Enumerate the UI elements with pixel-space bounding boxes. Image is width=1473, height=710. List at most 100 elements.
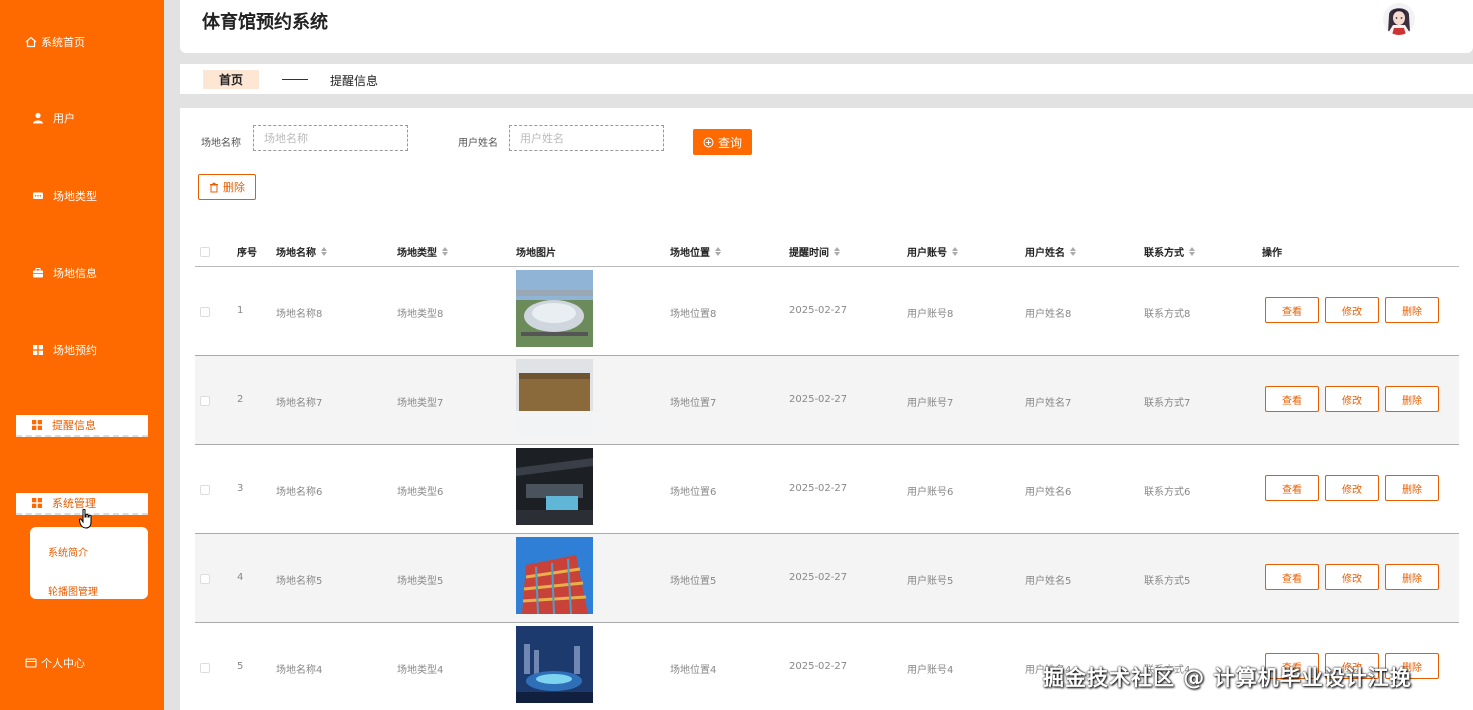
sidebar-item-label: 场地类型 [53, 190, 97, 203]
cell-contact: 联系方式8 [1144, 309, 1191, 320]
cell-user-name: 用户姓名5 [1025, 576, 1072, 587]
cell-no: 2 [237, 394, 244, 405]
edit-button[interactable]: 修改 [1325, 297, 1379, 323]
cell-contact: 联系方式6 [1144, 487, 1191, 498]
column-header-reminder-time[interactable]: 提醒时间 [789, 244, 840, 259]
venue-image [516, 448, 593, 525]
home-icon [24, 35, 38, 49]
view-button[interactable]: 查看 [1265, 475, 1319, 501]
row-checkbox[interactable] [200, 485, 210, 495]
cell-venue-location: 场地位置4 [670, 665, 717, 676]
sort-icon [834, 247, 840, 256]
trash-icon [210, 182, 218, 192]
edit-button[interactable]: 修改 [1325, 475, 1379, 501]
sidebar-item-label: 提醒信息 [52, 419, 96, 432]
sidebar-item-label: 用户 [53, 112, 75, 125]
batch-delete-button[interactable]: 删除 [198, 174, 256, 200]
cell-no: 3 [237, 483, 244, 494]
column-header-venue-image: 场地图片 [516, 248, 556, 259]
view-button[interactable]: 查看 [1265, 386, 1319, 412]
column-header-user-name[interactable]: 用户姓名 [1025, 244, 1076, 259]
column-header-user-account[interactable]: 用户账号 [907, 244, 958, 259]
delete-button[interactable]: 删除 [1385, 475, 1439, 501]
view-button[interactable]: 查看 [1265, 297, 1319, 323]
cell-contact: 联系方式5 [1144, 576, 1191, 587]
table-row: 4 场地名称5 场地类型5 场地位置5 2025-02-27 用户账号5 用户姓… [195, 534, 1459, 623]
sidebar-item-label: 系统首页 [41, 36, 85, 49]
breadcrumb-current: 提醒信息 [330, 74, 379, 88]
hand-cursor-icon [79, 509, 92, 529]
sidebar-item-label: 场地预约 [53, 344, 97, 357]
edit-button[interactable]: 修改 [1325, 386, 1379, 412]
edit-button[interactable]: 修改 [1325, 564, 1379, 590]
cell-no: 1 [237, 305, 244, 316]
cell-user-account: 用户账号4 [907, 665, 954, 676]
grid-icon [31, 343, 45, 357]
cell-venue-location: 场地位置8 [670, 309, 717, 320]
select-all-checkbox[interactable] [200, 247, 210, 257]
query-button[interactable]: 查询 [693, 129, 752, 155]
venue-name-input[interactable] [253, 125, 408, 151]
user-icon [31, 111, 45, 125]
sidebar-item-profile[interactable]: 个人中心 [0, 651, 164, 675]
cell-venue-name: 场地名称4 [276, 665, 323, 676]
sidebar: 系统首页 用户 场地类型 场地信息 场地预约 提醒信息 系统管理 系统简介 轮播… [0, 0, 164, 710]
main-panel: 场地名称 用户姓名 查询 删除 序号 场地名称 场地类型 场地图片 场地位置 提… [180, 108, 1473, 710]
cell-user-account: 用户账号5 [907, 576, 954, 587]
cell-venue-name: 场地名称8 [276, 309, 323, 320]
cell-user-account: 用户账号8 [907, 309, 954, 320]
breadcrumb-home[interactable]: 首页 [203, 70, 259, 89]
user-name-input[interactable] [509, 125, 664, 151]
cell-venue-type: 场地类型5 [397, 576, 444, 587]
briefcase-icon [31, 266, 45, 280]
submenu-item-intro[interactable]: 系统简介 [48, 544, 88, 559]
sidebar-item-venue-info[interactable]: 场地信息 [0, 261, 164, 285]
cell-reminder-time: 2025-02-27 [789, 394, 848, 405]
cell-venue-name: 场地名称7 [276, 398, 323, 409]
system-submenu: 系统简介 轮播图管理 [30, 527, 148, 599]
breadcrumb: 首页 提醒信息 [180, 64, 1473, 94]
venue-image [516, 537, 593, 614]
cell-reminder-time: 2025-02-27 [789, 661, 848, 672]
sort-icon [952, 247, 958, 256]
column-header-venue-location[interactable]: 场地位置 [670, 244, 721, 259]
cell-reminder-time: 2025-02-27 [789, 572, 848, 583]
table-row: 2 场地名称7 场地类型7 场地位置7 2025-02-27 用户账号7 用户姓… [195, 356, 1459, 445]
sidebar-item-venue-booking[interactable]: 场地预约 [0, 338, 164, 362]
column-header-venue-type[interactable]: 场地类型 [397, 244, 448, 259]
cell-venue-location: 场地位置6 [670, 487, 717, 498]
reminders-table: 序号 场地名称 场地类型 场地图片 场地位置 提醒时间 用户账号 用户姓名 联系… [195, 236, 1459, 710]
cell-no: 4 [237, 572, 244, 583]
sidebar-item-users[interactable]: 用户 [0, 106, 164, 130]
sidebar-item-home[interactable]: 系统首页 [0, 30, 164, 54]
column-header-contact[interactable]: 联系方式 [1144, 244, 1195, 259]
view-button[interactable]: 查看 [1265, 564, 1319, 590]
cell-user-account: 用户账号7 [907, 398, 954, 409]
sort-icon [1070, 247, 1076, 256]
user-name-label: 用户姓名 [458, 138, 498, 149]
chat-icon [31, 189, 45, 203]
row-checkbox[interactable] [200, 307, 210, 317]
cell-venue-type: 场地类型8 [397, 309, 444, 320]
row-checkbox[interactable] [200, 574, 210, 584]
grid-icon [30, 418, 44, 432]
app-title: 体育馆预约系统 [202, 12, 328, 33]
column-header-venue-name[interactable]: 场地名称 [276, 244, 327, 259]
watermark: 掘金技术社区 @ 计算机毕业设计江挽 [1043, 666, 1412, 690]
row-checkbox[interactable] [200, 396, 210, 406]
row-checkbox[interactable] [200, 663, 210, 673]
sidebar-item-label: 场地信息 [53, 267, 97, 280]
sidebar-item-reminders[interactable]: 提醒信息 [16, 415, 148, 437]
submenu-item-carousel[interactable]: 轮播图管理 [48, 583, 98, 598]
breadcrumb-separator [282, 79, 308, 80]
cell-user-name: 用户姓名6 [1025, 487, 1072, 498]
sort-icon [1189, 247, 1195, 256]
cell-user-account: 用户账号6 [907, 487, 954, 498]
delete-button[interactable]: 删除 [1385, 564, 1439, 590]
delete-button[interactable]: 删除 [1385, 386, 1439, 412]
table-row: 3 场地名称6 场地类型6 场地位置6 2025-02-27 用户账号6 用户姓… [195, 445, 1459, 534]
sidebar-item-venue-type[interactable]: 场地类型 [0, 184, 164, 208]
venue-image [516, 270, 593, 347]
user-avatar[interactable] [1383, 3, 1415, 35]
delete-button[interactable]: 删除 [1385, 297, 1439, 323]
